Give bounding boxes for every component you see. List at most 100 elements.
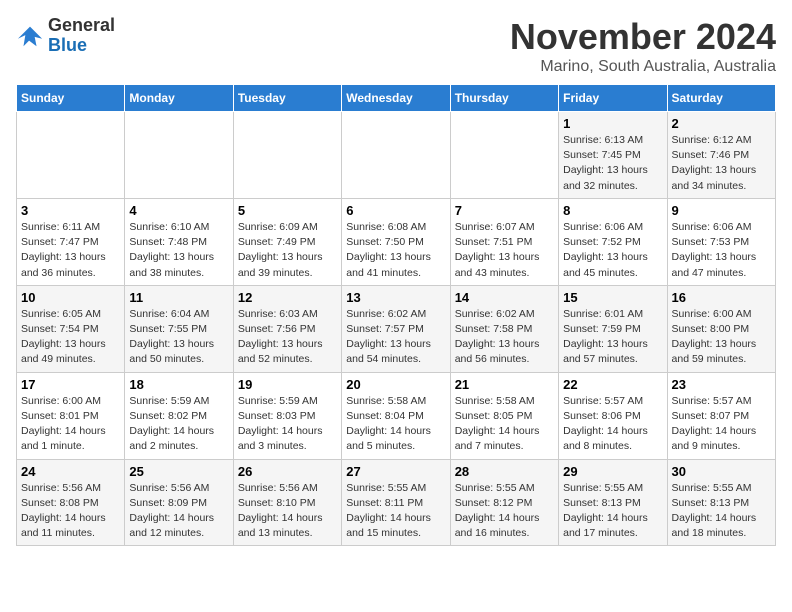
day-cell: 6 Sunrise: 6:08 AM Sunset: 7:50 PM Daylig… (342, 198, 450, 285)
day-cell: 9 Sunrise: 6:06 AM Sunset: 7:53 PM Daylig… (667, 198, 775, 285)
day-number: 6 (346, 203, 445, 218)
day-info: Sunrise: 6:06 AM Sunset: 7:53 PM Dayligh… (672, 220, 771, 281)
day-cell: 10 Sunrise: 6:05 AM Sunset: 7:54 PM Dayli… (17, 285, 125, 372)
day-number: 8 (563, 203, 662, 218)
day-info: Sunrise: 6:10 AM Sunset: 7:48 PM Dayligh… (129, 220, 228, 281)
day-number: 14 (455, 290, 554, 305)
day-cell: 14 Sunrise: 6:02 AM Sunset: 7:58 PM Dayli… (450, 285, 558, 372)
day-number: 12 (238, 290, 337, 305)
week-row-4: 17Sunrise: 6:00 AM Sunset: 8:01 PM Dayli… (17, 372, 776, 459)
day-number: 2 (672, 116, 771, 131)
day-info: Sunrise: 6:02 AM Sunset: 7:58 PM Dayligh… (455, 307, 554, 368)
day-cell: 28 Sunrise: 5:55 AM Sunset: 8:12 PM Dayli… (450, 459, 558, 546)
day-cell: 27 Sunrise: 5:55 AM Sunset: 8:11 PM Dayli… (342, 459, 450, 546)
header-cell-friday: Friday (559, 85, 667, 112)
title-block: November 2024 Marino, South Australia, A… (510, 16, 776, 76)
day-cell: 23Sunrise: 5:57 AM Sunset: 8:07 PM Dayli… (667, 372, 775, 459)
calendar-body: 1 Sunrise: 6:13 AM Sunset: 7:45 PM Daylig… (17, 112, 776, 546)
day-info: Sunrise: 6:05 AM Sunset: 7:54 PM Dayligh… (21, 307, 120, 368)
day-cell: 8 Sunrise: 6:06 AM Sunset: 7:52 PM Daylig… (559, 198, 667, 285)
day-info: Sunrise: 6:06 AM Sunset: 7:52 PM Dayligh… (563, 220, 662, 281)
day-cell (233, 112, 341, 199)
day-info: Sunrise: 6:09 AM Sunset: 7:49 PM Dayligh… (238, 220, 337, 281)
day-number: 29 (563, 464, 662, 479)
page-header: General Blue November 2024 Marino, South… (16, 16, 776, 76)
day-number: 7 (455, 203, 554, 218)
day-info: Sunrise: 6:02 AM Sunset: 7:57 PM Dayligh… (346, 307, 445, 368)
day-info: Sunrise: 5:55 AM Sunset: 8:13 PM Dayligh… (563, 481, 662, 542)
day-info: Sunrise: 6:13 AM Sunset: 7:45 PM Dayligh… (563, 133, 662, 194)
day-number: 26 (238, 464, 337, 479)
day-cell: 17Sunrise: 6:00 AM Sunset: 8:01 PM Dayli… (17, 372, 125, 459)
logo-blue: Blue (48, 35, 87, 55)
day-number: 23 (672, 377, 771, 392)
header-cell-monday: Monday (125, 85, 233, 112)
day-info: Sunrise: 5:55 AM Sunset: 8:12 PM Dayligh… (455, 481, 554, 542)
day-cell: 2 Sunrise: 6:12 AM Sunset: 7:46 PM Daylig… (667, 112, 775, 199)
day-info: Sunrise: 5:56 AM Sunset: 8:09 PM Dayligh… (129, 481, 228, 542)
logo: General Blue (16, 16, 115, 56)
day-number: 17 (21, 377, 120, 392)
day-number: 3 (21, 203, 120, 218)
calendar-header: SundayMondayTuesdayWednesdayThursdayFrid… (17, 85, 776, 112)
day-number: 1 (563, 116, 662, 131)
day-cell: 13 Sunrise: 6:02 AM Sunset: 7:57 PM Dayli… (342, 285, 450, 372)
day-cell: 21 Sunrise: 5:58 AM Sunset: 8:05 PM Dayli… (450, 372, 558, 459)
day-cell (125, 112, 233, 199)
day-info: Sunrise: 5:55 AM Sunset: 8:13 PM Dayligh… (672, 481, 771, 542)
day-info: Sunrise: 5:55 AM Sunset: 8:11 PM Dayligh… (346, 481, 445, 542)
day-number: 4 (129, 203, 228, 218)
day-number: 20 (346, 377, 445, 392)
day-cell: 25Sunrise: 5:56 AM Sunset: 8:09 PM Dayli… (125, 459, 233, 546)
header-cell-saturday: Saturday (667, 85, 775, 112)
day-cell: 22Sunrise: 5:57 AM Sunset: 8:06 PM Dayli… (559, 372, 667, 459)
week-row-3: 10 Sunrise: 6:05 AM Sunset: 7:54 PM Dayli… (17, 285, 776, 372)
day-cell: 11 Sunrise: 6:04 AM Sunset: 7:55 PM Dayli… (125, 285, 233, 372)
logo-text: General Blue (48, 16, 115, 56)
day-info: Sunrise: 5:56 AM Sunset: 8:08 PM Dayligh… (21, 481, 120, 542)
day-info: Sunrise: 5:58 AM Sunset: 8:04 PM Dayligh… (346, 394, 445, 455)
day-number: 24 (21, 464, 120, 479)
day-number: 30 (672, 464, 771, 479)
header-cell-thursday: Thursday (450, 85, 558, 112)
day-info: Sunrise: 6:12 AM Sunset: 7:46 PM Dayligh… (672, 133, 771, 194)
day-number: 15 (563, 290, 662, 305)
day-number: 9 (672, 203, 771, 218)
day-number: 18 (129, 377, 228, 392)
day-number: 27 (346, 464, 445, 479)
day-info: Sunrise: 6:04 AM Sunset: 7:55 PM Dayligh… (129, 307, 228, 368)
week-row-1: 1 Sunrise: 6:13 AM Sunset: 7:45 PM Daylig… (17, 112, 776, 199)
day-cell: 1 Sunrise: 6:13 AM Sunset: 7:45 PM Daylig… (559, 112, 667, 199)
day-cell: 20 Sunrise: 5:58 AM Sunset: 8:04 PM Dayli… (342, 372, 450, 459)
logo-general: General (48, 15, 115, 35)
day-number: 19 (238, 377, 337, 392)
day-info: Sunrise: 5:56 AM Sunset: 8:10 PM Dayligh… (238, 481, 337, 542)
day-number: 16 (672, 290, 771, 305)
month-year-title: November 2024 (510, 16, 776, 58)
location-subtitle: Marino, South Australia, Australia (510, 58, 776, 76)
day-number: 28 (455, 464, 554, 479)
day-number: 22 (563, 377, 662, 392)
day-number: 21 (455, 377, 554, 392)
day-cell: 3Sunrise: 6:11 AM Sunset: 7:47 PM Daylig… (17, 198, 125, 285)
day-cell: 4 Sunrise: 6:10 AM Sunset: 7:48 PM Daylig… (125, 198, 233, 285)
day-info: Sunrise: 5:59 AM Sunset: 8:03 PM Dayligh… (238, 394, 337, 455)
day-cell (342, 112, 450, 199)
header-cell-sunday: Sunday (17, 85, 125, 112)
day-info: Sunrise: 6:08 AM Sunset: 7:50 PM Dayligh… (346, 220, 445, 281)
day-cell: 29 Sunrise: 5:55 AM Sunset: 8:13 PM Dayli… (559, 459, 667, 546)
header-cell-tuesday: Tuesday (233, 85, 341, 112)
week-row-5: 24 Sunrise: 5:56 AM Sunset: 8:08 PM Dayli… (17, 459, 776, 546)
day-number: 10 (21, 290, 120, 305)
day-info: Sunrise: 6:00 AM Sunset: 8:00 PM Dayligh… (672, 307, 771, 368)
day-number: 11 (129, 290, 228, 305)
week-row-2: 3Sunrise: 6:11 AM Sunset: 7:47 PM Daylig… (17, 198, 776, 285)
day-info: Sunrise: 6:01 AM Sunset: 7:59 PM Dayligh… (563, 307, 662, 368)
day-info: Sunrise: 5:58 AM Sunset: 8:05 PM Dayligh… (455, 394, 554, 455)
header-row: SundayMondayTuesdayWednesdayThursdayFrid… (17, 85, 776, 112)
day-number: 13 (346, 290, 445, 305)
day-cell: 15 Sunrise: 6:01 AM Sunset: 7:59 PM Dayli… (559, 285, 667, 372)
day-info: Sunrise: 6:03 AM Sunset: 7:56 PM Dayligh… (238, 307, 337, 368)
day-cell (17, 112, 125, 199)
day-cell: 5Sunrise: 6:09 AM Sunset: 7:49 PM Daylig… (233, 198, 341, 285)
